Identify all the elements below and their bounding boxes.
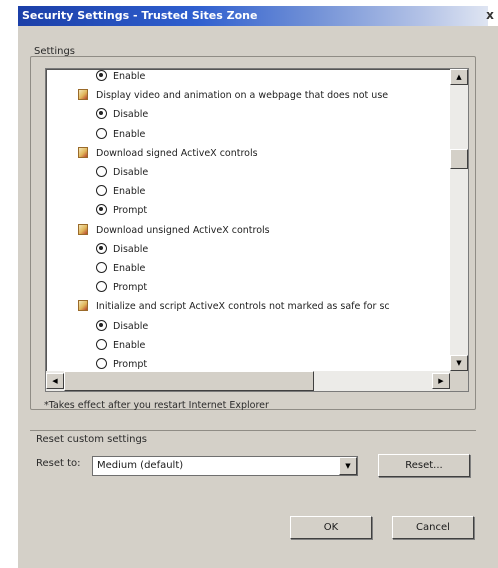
radio-option[interactable]: Disable xyxy=(96,242,148,258)
radio-option[interactable]: Disable xyxy=(96,107,148,123)
radio-checked-icon[interactable] xyxy=(96,108,107,120)
window-title: Security Settings - Trusted Sites Zone xyxy=(22,9,258,22)
setting-item[interactable]: Display video and animation on a webpage… xyxy=(78,88,388,104)
setting-item-label: Initialize and script ActiveX controls n… xyxy=(96,301,390,313)
scroll-up-arrow-icon[interactable]: ▲ xyxy=(450,69,468,85)
scrollbar-corner xyxy=(450,371,468,391)
radio-option-label: Enable xyxy=(113,71,146,82)
settings-item-icon xyxy=(78,223,88,235)
radio-option-label: Prompt xyxy=(113,205,148,217)
setting-item[interactable]: Download unsigned ActiveX controls xyxy=(78,223,270,239)
scroll-right-arrow-icon[interactable]: ▶ xyxy=(432,373,450,389)
radio-option[interactable]: Prompt xyxy=(96,357,147,371)
radio-option-label: Disable xyxy=(113,109,149,121)
radio-option-label: Prompt xyxy=(113,282,148,294)
radio-checked-icon[interactable] xyxy=(96,204,107,216)
radio-checked-icon[interactable] xyxy=(96,242,107,254)
radio-option[interactable]: Enable xyxy=(96,261,145,277)
radio-option[interactable]: Prompt xyxy=(96,203,147,219)
radio-option-label: Enable xyxy=(113,128,146,140)
ok-button[interactable]: OK xyxy=(290,516,372,539)
reset-level-value: Medium (default) xyxy=(97,460,184,471)
reset-button[interactable]: Reset... xyxy=(378,454,470,477)
radio-option-label: Enable xyxy=(113,186,146,198)
radio-option-label: Disable xyxy=(113,243,149,255)
reset-group-label: Reset custom settings xyxy=(36,434,147,445)
setting-item-label: Download unsigned ActiveX controls xyxy=(96,224,270,236)
radio-option[interactable]: Prompt xyxy=(96,280,147,296)
radio-unchecked-icon[interactable] xyxy=(96,262,107,273)
horizontal-scrollbar[interactable]: ◀ ▶ xyxy=(46,371,450,391)
setting-item[interactable]: Initialize and script ActiveX controls n… xyxy=(78,299,390,315)
setting-item-label: Download signed ActiveX controls xyxy=(96,147,258,159)
radio-option-label: Disable xyxy=(113,320,149,332)
radio-option[interactable]: Disable xyxy=(96,319,148,335)
radio-unchecked-icon[interactable] xyxy=(96,127,107,139)
reset-level-select[interactable]: Medium (default) ▼ xyxy=(92,456,358,476)
close-button[interactable]: x xyxy=(484,8,496,22)
setting-item-label: Display video and animation on a webpage… xyxy=(96,90,389,102)
restart-note: *Takes effect after you restart Internet… xyxy=(44,400,269,411)
settings-item-icon xyxy=(78,89,88,101)
radio-unchecked-icon[interactable] xyxy=(96,185,107,197)
settings-list-content: Enable Display video and animation on a w… xyxy=(46,69,450,371)
radio-option-label: Enable xyxy=(113,339,146,351)
scroll-down-arrow-icon[interactable]: ▼ xyxy=(450,355,468,371)
dropdown-arrow-icon[interactable]: ▼ xyxy=(339,457,357,475)
radio-option[interactable]: Enable xyxy=(96,338,145,354)
vertical-scroll-thumb[interactable] xyxy=(450,149,468,169)
settings-item-icon xyxy=(78,300,88,312)
radio-unchecked-icon[interactable] xyxy=(96,281,107,293)
radio-option[interactable]: Enable xyxy=(96,69,145,85)
radio-option[interactable]: Disable xyxy=(96,165,148,181)
settings-list[interactable]: Enable Display video and animation on a w… xyxy=(45,68,469,392)
radio-unchecked-icon[interactable] xyxy=(96,338,107,350)
radio-checked-icon[interactable] xyxy=(96,70,107,81)
setting-item[interactable]: Download signed ActiveX controls xyxy=(78,146,258,162)
radio-option-label: Enable xyxy=(113,263,146,274)
radio-option[interactable]: Enable xyxy=(96,127,145,143)
radio-option[interactable]: Enable xyxy=(96,184,145,200)
security-settings-dialog: Security Settings - Trusted Sites Zone x… xyxy=(0,0,498,568)
horizontal-scroll-thumb[interactable] xyxy=(64,371,314,391)
radio-option-label: Disable xyxy=(113,167,149,178)
settings-item-icon xyxy=(78,146,88,158)
vertical-scrollbar[interactable]: ▲ ▼ xyxy=(450,69,468,371)
reset-to-label: Reset to: xyxy=(36,458,81,469)
radio-unchecked-icon[interactable] xyxy=(96,166,107,177)
scroll-left-arrow-icon[interactable]: ◀ xyxy=(46,373,64,389)
cancel-button[interactable]: Cancel xyxy=(392,516,474,539)
radio-option-label: Prompt xyxy=(113,359,148,370)
title-bar[interactable]: Security Settings - Trusted Sites Zone xyxy=(18,6,488,26)
radio-checked-icon[interactable] xyxy=(96,319,107,331)
radio-unchecked-icon[interactable] xyxy=(96,358,107,369)
